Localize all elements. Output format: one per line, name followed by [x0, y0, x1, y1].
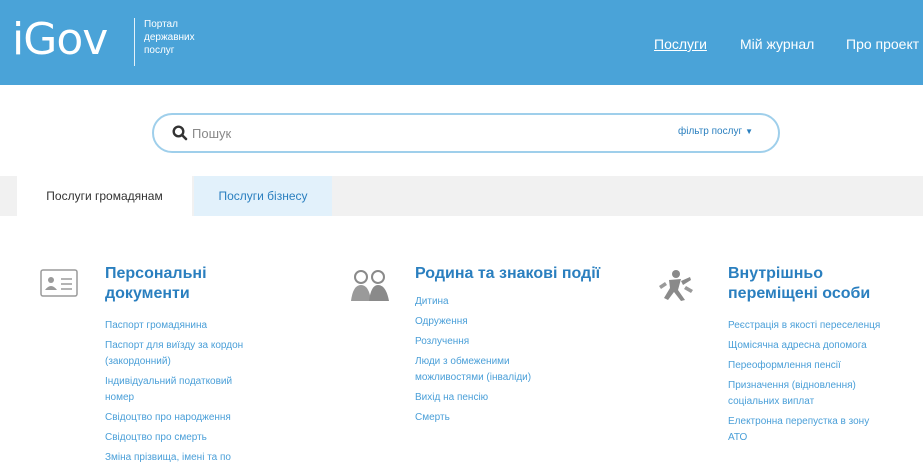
nav-about-link[interactable]: Про проект: [846, 36, 919, 52]
site-header: iGov Портал державних послуг Послуги Мій…: [0, 0, 923, 85]
service-link[interactable]: Паспорт громадянина: [105, 318, 305, 334]
search-icon[interactable]: [171, 124, 189, 142]
nav-services-link[interactable]: Послуги: [654, 36, 707, 52]
displaced-person-icon: [659, 270, 693, 301]
service-link[interactable]: Переоформлення пенсії: [728, 358, 918, 374]
service-link[interactable]: Люди з обмеженими можливостями (інваліди…: [415, 354, 615, 386]
category-title-family-events[interactable]: Родина та знакові події: [415, 264, 600, 284]
id-card-icon: [40, 269, 78, 297]
service-link[interactable]: Одруження: [415, 314, 615, 330]
logo-subtitle: Портал державних послуг: [144, 19, 195, 56]
tab-business-services[interactable]: Послуги бізнесу: [194, 176, 332, 216]
filter-services-label: фільтр послуг: [678, 126, 743, 137]
service-link[interactable]: Щомісячна адресна допомога: [728, 338, 918, 354]
search-bar: фільтр послуг▼: [152, 113, 780, 153]
service-link[interactable]: Реєстрація в якості переселенця: [728, 318, 918, 334]
category-title-displaced-persons[interactable]: Внутрішньо переміщені особи: [728, 264, 870, 304]
family-icon: [351, 270, 389, 301]
tab-citizen-services[interactable]: Послуги громадянам: [17, 176, 192, 216]
service-link[interactable]: Зміна прізвища, імені та по: [105, 450, 305, 466]
service-link[interactable]: Вихід на пенсію: [415, 390, 615, 406]
logo[interactable]: iGov: [12, 10, 108, 70]
service-link[interactable]: Паспорт для виїзду за кордон (закордонни…: [105, 338, 305, 370]
filter-services-button[interactable]: фільтр послуг ▼: [678, 126, 753, 137]
service-link[interactable]: Дитина: [415, 294, 615, 310]
service-link[interactable]: Електронна перепустка в зону АТО: [728, 414, 918, 446]
service-link[interactable]: Розлучення: [415, 334, 615, 350]
nav-journal-link[interactable]: Мій журнал: [740, 36, 814, 52]
category-list-family-events: Дитина Одруження Розлучення Люди з обмеж…: [415, 294, 615, 430]
category-title-personal-documents[interactable]: Персональні документи: [105, 264, 207, 304]
service-link[interactable]: Призначення (відновлення) соціальних вип…: [728, 378, 918, 410]
chevron-down-icon: ▼: [745, 127, 754, 136]
service-link[interactable]: Свідоцтво про смерть: [105, 430, 305, 446]
service-link[interactable]: Індивідуальний податковий номер: [105, 374, 305, 406]
logo-divider: [134, 18, 135, 66]
search-input[interactable]: [192, 123, 632, 143]
category-list-displaced-persons: Реєстрація в якості переселенця Щомісячн…: [728, 318, 918, 450]
service-link[interactable]: Свідоцтво про народження: [105, 410, 305, 426]
service-link[interactable]: Смерть: [415, 410, 615, 426]
category-list-personal-documents: Паспорт громадянина Паспорт для виїзду з…: [105, 318, 305, 470]
